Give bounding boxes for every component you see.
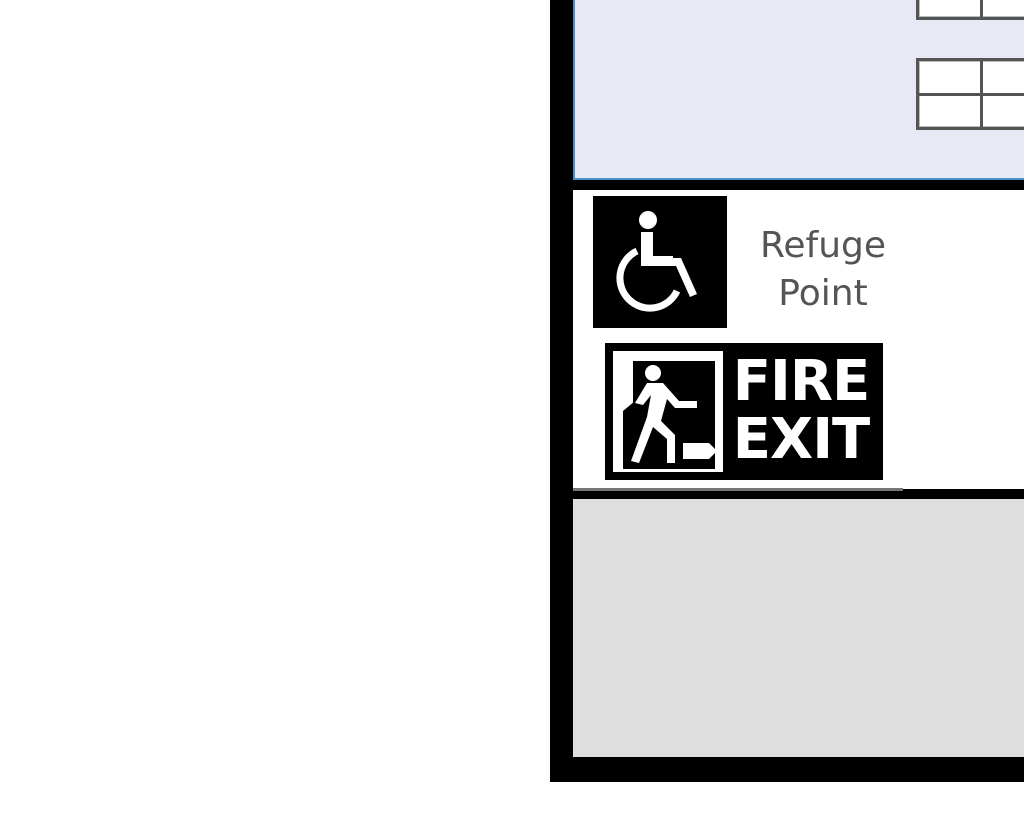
lower-room xyxy=(573,499,1024,757)
running-man-exit-icon xyxy=(613,351,723,472)
floor-plan-map: Refuge Point FIRE EXIT xyxy=(0,0,1024,832)
fire-exit-text: FIRE EXIT xyxy=(725,353,877,469)
fire-exit-line1: FIRE xyxy=(732,349,870,414)
refuge-point-line1: Refuge xyxy=(759,225,887,266)
window-icon xyxy=(916,58,1024,130)
corridor-edge-line xyxy=(573,488,903,491)
fire-exit-line2: EXIT xyxy=(732,407,870,472)
fire-exit-sign: FIRE EXIT xyxy=(605,343,883,480)
window-icon xyxy=(916,0,1024,20)
wheelchair-icon xyxy=(593,196,727,328)
refuge-point-label: Refuge Point xyxy=(738,222,908,318)
refuge-point-line2: Point xyxy=(778,273,868,314)
